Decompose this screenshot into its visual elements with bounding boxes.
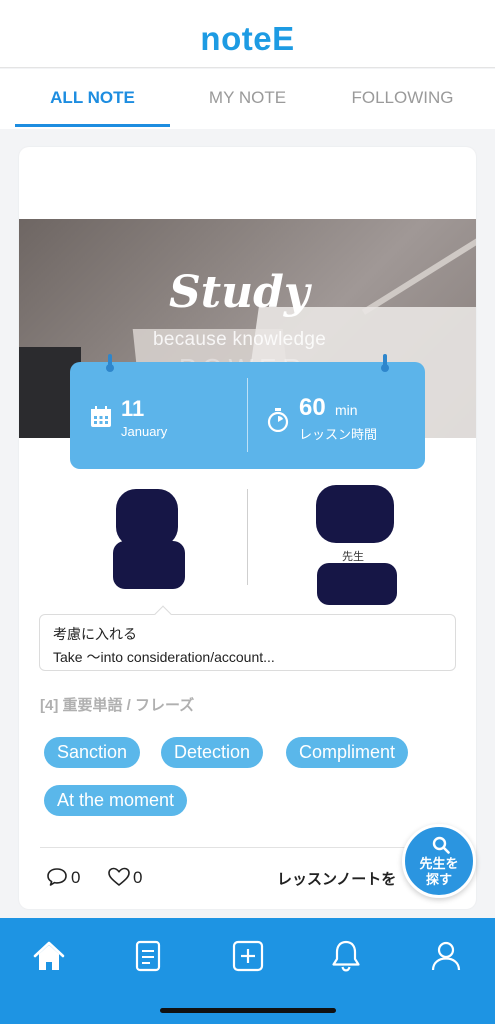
tab-bar: ALL NOTE MY NOTE FOLLOWING — [0, 69, 495, 129]
find-teacher-label-line2: 探す — [425, 872, 452, 887]
tab-my-note[interactable]: MY NOTE — [170, 69, 325, 127]
vocab-chip[interactable]: Sanction — [44, 737, 141, 768]
teacher-tag: 先生 — [342, 551, 364, 563]
lesson-duration: 60 — [299, 394, 326, 421]
home-icon[interactable] — [29, 936, 69, 976]
redacted-student-name — [113, 541, 185, 589]
pin-icon — [381, 354, 389, 372]
find-teacher-label-line1: 先生を — [419, 856, 459, 871]
phrase-preview: 考慮に入れる Take 〜into consideration/account.… — [39, 605, 456, 671]
cover-title: Study — [169, 267, 310, 318]
heart-icon[interactable] — [107, 867, 131, 887]
add-icon[interactable] — [228, 936, 268, 976]
card-footer-divider — [40, 847, 460, 848]
banner-divider — [247, 378, 248, 452]
stopwatch-icon — [267, 408, 289, 432]
profile-icon[interactable] — [426, 936, 466, 976]
search-icon — [432, 836, 450, 854]
lesson-duration-label: レッスン時間 — [299, 427, 378, 442]
lesson-duration-unit: min — [335, 402, 358, 418]
home-indicator — [160, 1008, 336, 1013]
tab-all-note[interactable]: ALL NOTE — [15, 69, 170, 127]
key-words-label: [4] 重要単語 / フレーズ — [40, 697, 195, 714]
note-icon[interactable] — [128, 936, 168, 976]
comment-count: 0 — [71, 868, 81, 887]
app-header: noteE — [0, 0, 495, 68]
phrase-japanese: 考慮に入れる — [53, 626, 137, 642]
vocab-chip[interactable]: At the moment — [44, 785, 188, 816]
lesson-info-banner: 11 January 60 min レッスン時間 — [70, 354, 425, 469]
find-teacher-label: 先生を 探す — [405, 856, 473, 888]
bottom-nav — [0, 918, 495, 1024]
bell-icon[interactable] — [326, 936, 366, 976]
view-lesson-note-link[interactable]: レッスンノートを — [277, 868, 396, 889]
vocab-chip[interactable]: Detection — [161, 737, 264, 768]
phrase-english: Take 〜into consideration/account... — [53, 649, 275, 665]
cover-subtitle: because knowledge — [153, 329, 327, 350]
tab-following[interactable]: FOLLOWING — [325, 69, 480, 127]
participants-section: 先生 — [19, 485, 476, 615]
redacted-student-avatar — [116, 489, 178, 547]
app-logo: noteE — [200, 20, 295, 57]
note-card[interactable]: Study because knowledge POWER 11 January… — [19, 147, 476, 909]
lesson-date-month: January — [121, 424, 168, 439]
like-count: 0 — [133, 868, 143, 887]
redacted-teacher-avatar[interactable] — [316, 485, 394, 543]
active-tab-indicator — [15, 124, 170, 127]
comment-icon[interactable] — [46, 867, 68, 887]
calendar-icon — [91, 406, 111, 427]
participants-divider — [247, 489, 248, 585]
vocab-chip[interactable]: Compliment — [286, 737, 409, 768]
pencil-decoration — [361, 219, 476, 315]
pin-icon — [106, 354, 114, 372]
find-teacher-button[interactable]: 先生を 探す — [402, 824, 476, 898]
redacted-teacher-name — [317, 563, 397, 605]
lesson-date-day: 11 — [121, 396, 145, 421]
